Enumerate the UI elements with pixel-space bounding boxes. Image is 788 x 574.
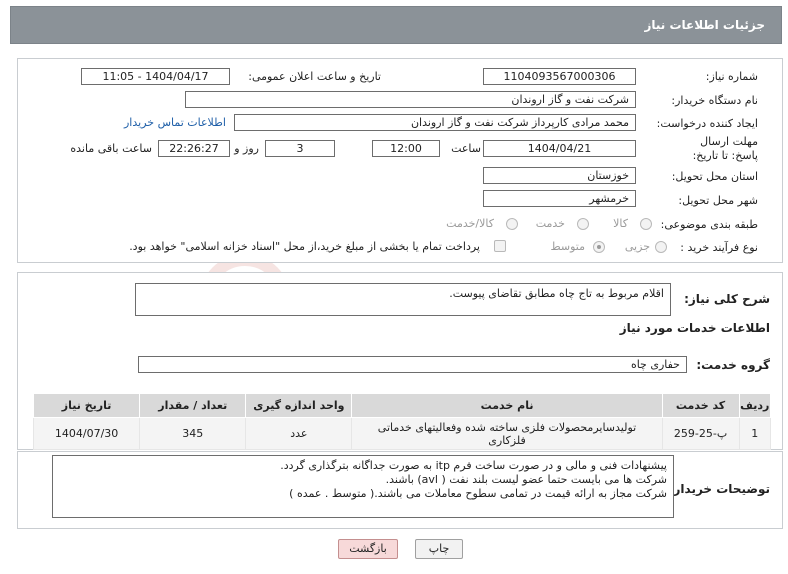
remaining-days-field: 3 (265, 140, 335, 157)
col-unit: واحد اندازه گیری (245, 393, 353, 418)
row-index: 1 (738, 417, 772, 450)
remaining-time-field: 22:26:27 (158, 140, 230, 157)
service-group-field: حفاری چاه (138, 356, 687, 373)
deadline-time-field: 12:00 (372, 140, 440, 157)
col-name: نام خدمت (351, 393, 663, 418)
buyer-note-line: پیشنهادات فنی و مالی و در صورت ساخت فرم … (280, 459, 667, 472)
col-quantity: تعداد / مقدار (139, 393, 247, 418)
buyer-note-line: شرکت ها می بایست حتما عضو لیست بلند نفت … (385, 473, 667, 486)
category-goods-radio[interactable] (640, 218, 652, 230)
process-minor-label: جزیی (624, 240, 650, 253)
province-label: استان محل تحویل: (671, 170, 758, 183)
announce-datetime-label: تاریخ و ساعت اعلان عمومی: (248, 70, 381, 83)
page-header: جزئیات اطلاعات نیاز (10, 6, 782, 44)
creator-field: محمد مرادی کارپرداز شرکت نفت و گاز اروند… (234, 114, 636, 131)
announce-datetime-field: 1404/04/17 - 11:05 (81, 68, 230, 85)
creator-label: ایجاد کننده درخواست: (656, 117, 758, 130)
col-code: کد خدمت (661, 393, 740, 418)
process-medium-radio[interactable] (593, 241, 605, 253)
print-button[interactable]: چاپ (415, 539, 463, 559)
category-service-radio[interactable] (577, 218, 589, 230)
row-unit: عدد (245, 417, 353, 450)
buyer-contact-link[interactable]: اطلاعات تماس خریدار (124, 116, 226, 129)
buyer-notes-label: توضیحات خریدار: (668, 482, 770, 496)
table-row: 1 پ-25-259 تولیدسایرمحصولات فلزی ساخته ش… (32, 417, 772, 450)
buyer-note-line: شرکت مجاز به ارائه قیمت در تمامی سطوح مع… (289, 487, 667, 500)
deadline-label-text: مهلت ارسال پاسخ: تا تاریخ: (692, 135, 758, 162)
category-goods-service-label: کالا/خدمت (446, 217, 494, 230)
need-summary-text: اقلام مربوط به تاج چاه مطابق تقاضای پیوس… (449, 287, 664, 300)
services-section-title: اطلاعات خدمات مورد نیاز (619, 321, 770, 335)
row-date: 1404/07/30 (32, 417, 141, 450)
col-index: ردیف (738, 393, 772, 418)
page-title: جزئیات اطلاعات نیاز (644, 18, 765, 32)
need-summary-textarea: اقلام مربوط به تاج چاه مطابق تقاضای پیوس… (135, 283, 671, 316)
category-label: طبقه بندی موضوعی: (660, 218, 758, 231)
need-summary-label: شرح کلی نیاز: (684, 292, 770, 306)
col-date: تاریخ نیاز (32, 393, 141, 418)
remaining-time-label: ساعت باقی مانده (70, 142, 152, 155)
process-type-label: نوع فرآیند خرید : (680, 241, 758, 254)
category-service-label: خدمت (535, 217, 565, 230)
deadline-date-field: 1404/04/21 (483, 140, 636, 157)
need-info-panel (17, 58, 783, 263)
treasury-payment-checkbox[interactable] (494, 240, 506, 252)
row-code: پ-25-259 (661, 417, 740, 450)
province-field: خوزستان (483, 167, 636, 184)
service-group-label: گروه خدمت: (696, 358, 770, 372)
process-minor-radio[interactable] (655, 241, 667, 253)
services-table-header: ردیف کد خدمت نام خدمت واحد اندازه گیری ت… (32, 393, 772, 418)
category-goods-service-radio[interactable] (506, 218, 518, 230)
need-number-field: 1104093567000306 (483, 68, 636, 85)
services-table: ردیف کد خدمت نام خدمت واحد اندازه گیری ت… (32, 393, 772, 450)
process-medium-label: متوسط (550, 240, 585, 253)
deadline-time-label: ساعت (451, 142, 481, 155)
treasury-payment-note: پرداخت تمام یا بخشی از مبلغ خرید،از محل … (129, 240, 480, 253)
deadline-label: مهلت ارسال پاسخ: تا تاریخ: (688, 135, 758, 163)
city-label: شهر محل تحویل: (678, 194, 758, 207)
buyer-notes-textarea: پیشنهادات فنی و مالی و در صورت ساخت فرم … (52, 455, 674, 518)
row-quantity: 345 (139, 417, 247, 450)
city-field: خرمشهر (483, 190, 636, 207)
buyer-label: نام دستگاه خریدار: (671, 94, 758, 107)
row-name: تولیدسایرمحصولات فلزی ساخته شده وفعالیته… (351, 417, 663, 450)
buyer-field: شرکت نفت و گاز اروندان (185, 91, 636, 108)
back-button[interactable]: بازگشت (338, 539, 398, 559)
category-goods-label: کالا (613, 217, 628, 230)
days-label: روز و (234, 142, 259, 155)
need-number-label: شماره نیاز: (705, 70, 758, 83)
